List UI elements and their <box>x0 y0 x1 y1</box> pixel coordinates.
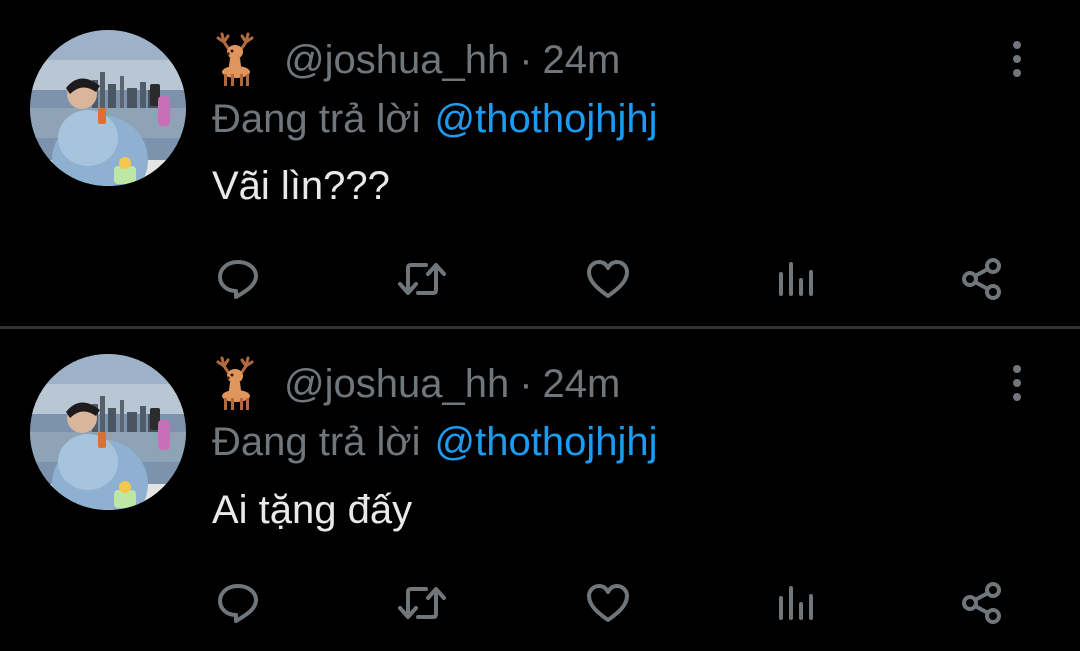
more-options-icon[interactable] <box>1000 34 1034 84</box>
share-button[interactable] <box>956 578 1008 628</box>
share-icon <box>962 258 1001 300</box>
avatar[interactable] <box>30 30 186 186</box>
tweet-header: @joshua_hh · 24m <box>212 30 620 90</box>
like-button[interactable] <box>582 254 634 304</box>
tweet-header: @joshua_hh · 24m <box>212 354 620 414</box>
retweet-icon <box>398 263 446 295</box>
reply-mention-link[interactable]: @thothojhjhj <box>435 97 658 142</box>
views-button[interactable] <box>770 578 822 628</box>
user-handle[interactable]: @joshua_hh <box>284 362 509 407</box>
tweet[interactable]: @joshua_hh · 24m Đang trả lời @thothojhj… <box>0 0 1080 327</box>
avatar[interactable] <box>30 354 186 510</box>
tweet[interactable]: @joshua_hh · 24m Đang trả lời @thothojhj… <box>0 330 1080 651</box>
separator-dot: · <box>519 361 533 406</box>
deer-icon <box>212 32 258 88</box>
replying-to-label: Đang trả lời <box>212 96 421 141</box>
replying-to: Đang trả lời @thothojhjhj <box>212 94 658 144</box>
replying-to: Đang trả lời @thothojhjhj <box>212 417 658 467</box>
separator-dot: · <box>519 37 533 82</box>
timestamp[interactable]: 24m <box>543 362 621 407</box>
share-button[interactable] <box>956 254 1008 304</box>
views-icon <box>779 586 813 620</box>
like-icon <box>587 584 629 622</box>
reply-button[interactable] <box>212 254 264 304</box>
replying-to-label: Đang trả lời <box>212 419 421 464</box>
retweet-icon <box>398 587 446 619</box>
tweet-divider <box>0 326 1080 329</box>
like-button[interactable] <box>582 578 634 628</box>
reply-mention-link[interactable]: @thothojhjhj <box>435 420 658 465</box>
views-icon <box>779 262 813 296</box>
tweet-actions <box>212 578 1012 628</box>
tweet-actions <box>212 254 1012 304</box>
share-icon <box>962 582 1001 624</box>
tweet-text: Vãi lìn??? <box>212 164 390 208</box>
tweet-text: Ai tặng đấy <box>212 488 413 532</box>
like-icon <box>587 260 629 298</box>
reply-icon <box>218 260 258 299</box>
timestamp[interactable]: 24m <box>543 38 621 83</box>
reply-button[interactable] <box>212 578 264 628</box>
retweet-button[interactable] <box>396 578 448 628</box>
reply-icon <box>218 584 258 623</box>
retweet-button[interactable] <box>396 254 448 304</box>
user-handle[interactable]: @joshua_hh <box>284 38 509 83</box>
views-button[interactable] <box>770 254 822 304</box>
deer-icon <box>212 356 258 412</box>
more-options-icon[interactable] <box>1000 358 1034 408</box>
